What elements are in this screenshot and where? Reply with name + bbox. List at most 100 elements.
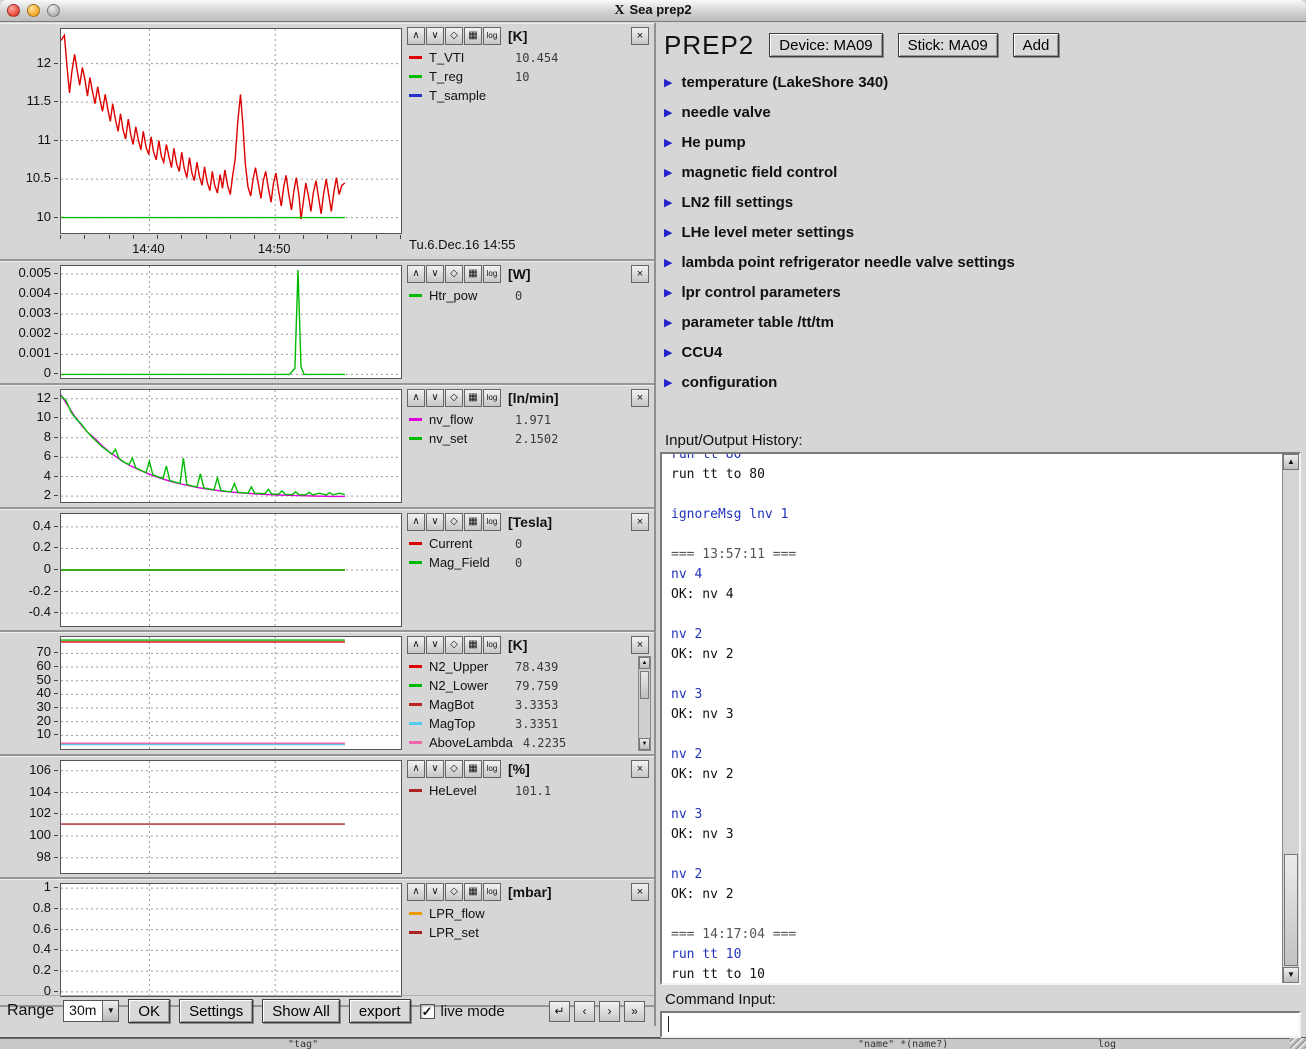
add-button[interactable]: Add bbox=[1013, 33, 1060, 57]
prep2-item-5[interactable]: ▶LN2 fill settings bbox=[664, 187, 1298, 217]
chart-scroll-down-button[interactable]: ∨ bbox=[426, 513, 444, 531]
chart-log-button[interactable]: log bbox=[483, 636, 501, 654]
chart-log-button[interactable]: log bbox=[483, 389, 501, 407]
legend-scroll-up-arrow-icon[interactable]: ▲ bbox=[639, 657, 650, 669]
chart-close-button[interactable]: × bbox=[631, 513, 649, 531]
ok-button[interactable]: OK bbox=[128, 999, 170, 1023]
chart-close-button[interactable]: × bbox=[631, 636, 649, 654]
chart-scroll-up-button[interactable]: ∧ bbox=[407, 265, 425, 283]
range-dropdown-arrow-icon[interactable]: ▼ bbox=[102, 1001, 118, 1021]
chart-log-button[interactable]: log bbox=[483, 265, 501, 283]
legend-series-value: 10.454 bbox=[515, 51, 558, 65]
console-line: nv 2 bbox=[671, 865, 1277, 885]
device-button[interactable]: Device: MA09 bbox=[769, 33, 882, 57]
prep2-item-11[interactable]: ▶configuration bbox=[664, 367, 1298, 397]
legend-scroll-down-arrow-icon[interactable]: ▼ bbox=[639, 738, 650, 750]
titlebar[interactable]: XSea prep2 bbox=[0, 0, 1306, 22]
chart-scroll-up-button[interactable]: ∧ bbox=[407, 27, 425, 45]
chart-close-button[interactable]: × bbox=[631, 389, 649, 407]
legend-items: LPR_flowLPR_set bbox=[409, 904, 635, 942]
chart-grid-button[interactable]: ▦ bbox=[464, 389, 482, 407]
legend-row: T_VTI 10.454 bbox=[409, 48, 635, 67]
export-button[interactable]: export bbox=[349, 999, 411, 1023]
minimize-window-button[interactable] bbox=[27, 4, 40, 17]
console-line bbox=[671, 665, 1277, 685]
command-input-field[interactable] bbox=[660, 1011, 1301, 1038]
resize-grip[interactable] bbox=[1290, 1038, 1306, 1049]
settings-button[interactable]: Settings bbox=[179, 999, 253, 1023]
zoom-window-button[interactable] bbox=[47, 4, 60, 17]
chart-scroll-up-button[interactable]: ∧ bbox=[407, 636, 425, 654]
chart-zoom-button[interactable]: ◇ bbox=[445, 27, 463, 45]
charts-pane: 1010.51111.512∧∨◇▦log[K]×T_VTI10.454T_re… bbox=[0, 23, 656, 1026]
chart-scroll-up-button[interactable]: ∧ bbox=[407, 883, 425, 901]
chart-scroll-down-button[interactable]: ∨ bbox=[426, 389, 444, 407]
chart-grid-button[interactable]: ▦ bbox=[464, 760, 482, 778]
stick-button[interactable]: Stick: MA09 bbox=[898, 33, 998, 57]
chart-grid-button[interactable]: ▦ bbox=[464, 27, 482, 45]
chart-close-button[interactable]: × bbox=[631, 265, 649, 283]
y-tick-label: 0.2 bbox=[33, 540, 51, 554]
chart-grid-button[interactable]: ▦ bbox=[464, 883, 482, 901]
prep2-item-9[interactable]: ▶parameter table /tt/tm bbox=[664, 307, 1298, 337]
prep2-item-3[interactable]: ▶He pump bbox=[664, 127, 1298, 157]
y-tick-mark bbox=[54, 991, 58, 992]
chart-close-button[interactable]: × bbox=[631, 883, 649, 901]
range-select[interactable]: 30m ▼ bbox=[63, 1000, 119, 1022]
legend-series-value: 79.759 bbox=[515, 679, 558, 693]
chart-scroll-down-button[interactable]: ∨ bbox=[426, 636, 444, 654]
chart-scroll-up-button[interactable]: ∧ bbox=[407, 389, 425, 407]
chart-zoom-button[interactable]: ◇ bbox=[445, 636, 463, 654]
chart-scroll-down-button[interactable]: ∨ bbox=[426, 760, 444, 778]
plot-svg bbox=[61, 884, 401, 996]
console-scrollbar[interactable]: ▲ ▼ bbox=[1282, 454, 1299, 983]
chart-scroll-down-button[interactable]: ∨ bbox=[426, 883, 444, 901]
show-all-button[interactable]: Show All bbox=[262, 999, 340, 1023]
chart-zoom-button[interactable]: ◇ bbox=[445, 760, 463, 778]
step-back-button[interactable]: ‹ bbox=[574, 1001, 595, 1022]
prep2-item-2[interactable]: ▶needle valve bbox=[664, 97, 1298, 127]
chart-grid-button[interactable]: ▦ bbox=[464, 265, 482, 283]
io-history-console[interactable]: run tt 80run tt to 80 ignoreMsg lnv 1 ==… bbox=[660, 452, 1301, 985]
plot-svg bbox=[61, 637, 401, 749]
y-tick-label: 102 bbox=[29, 806, 51, 820]
legend-scrollbar-thumb[interactable] bbox=[640, 671, 649, 699]
chart-zoom-button[interactable]: ◇ bbox=[445, 883, 463, 901]
chart-log-button[interactable]: log bbox=[483, 760, 501, 778]
chart-grid-button[interactable]: ▦ bbox=[464, 513, 482, 531]
scroll-down-arrow-icon[interactable]: ▼ bbox=[1283, 967, 1299, 983]
prep2-item-4[interactable]: ▶magnetic field control bbox=[664, 157, 1298, 187]
chart-zoom-button[interactable]: ◇ bbox=[445, 513, 463, 531]
chart-scroll-down-button[interactable]: ∨ bbox=[426, 265, 444, 283]
legend-series-name: T_VTI bbox=[429, 50, 505, 65]
prep2-item-1[interactable]: ▶temperature (LakeShore 340) bbox=[664, 67, 1298, 97]
chart-scroll-up-button[interactable]: ∧ bbox=[407, 760, 425, 778]
jump-latest-button[interactable]: » bbox=[624, 1001, 645, 1022]
chart-log-button[interactable]: log bbox=[483, 883, 501, 901]
chart-log-button[interactable]: log bbox=[483, 513, 501, 531]
close-window-button[interactable] bbox=[7, 4, 20, 17]
step-forward-button[interactable]: › bbox=[599, 1001, 620, 1022]
scrollbar-thumb[interactable] bbox=[1284, 854, 1298, 966]
chart-close-button[interactable]: × bbox=[631, 760, 649, 778]
prep2-item-6[interactable]: ▶LHe level meter settings bbox=[664, 217, 1298, 247]
console-line: OK: nv 3 bbox=[671, 705, 1277, 725]
chart-scroll-up-button[interactable]: ∧ bbox=[407, 513, 425, 531]
legend-series-value: 3.3351 bbox=[515, 717, 558, 731]
chart-close-button[interactable]: × bbox=[631, 27, 649, 45]
y-tick-mark bbox=[54, 293, 58, 294]
scroll-up-arrow-icon[interactable]: ▲ bbox=[1283, 454, 1299, 470]
prep2-item-8[interactable]: ▶lpr control parameters bbox=[664, 277, 1298, 307]
y-tick-label: 0.003 bbox=[18, 306, 51, 320]
legend-scrollbar[interactable]: ▲▼ bbox=[638, 656, 651, 751]
chart-log-button[interactable]: log bbox=[483, 27, 501, 45]
legend-series-name: Mag_Field bbox=[429, 555, 505, 570]
chart-zoom-button[interactable]: ◇ bbox=[445, 389, 463, 407]
prep2-item-10[interactable]: ▶CCU4 bbox=[664, 337, 1298, 367]
prep2-item-7[interactable]: ▶lambda point refrigerator needle valve … bbox=[664, 247, 1298, 277]
chart-zoom-button[interactable]: ◇ bbox=[445, 265, 463, 283]
chart-scroll-down-button[interactable]: ∨ bbox=[426, 27, 444, 45]
refresh-button[interactable]: ↵ bbox=[549, 1001, 570, 1022]
live-mode-checkbox[interactable]: ✓ bbox=[420, 1004, 435, 1019]
chart-grid-button[interactable]: ▦ bbox=[464, 636, 482, 654]
